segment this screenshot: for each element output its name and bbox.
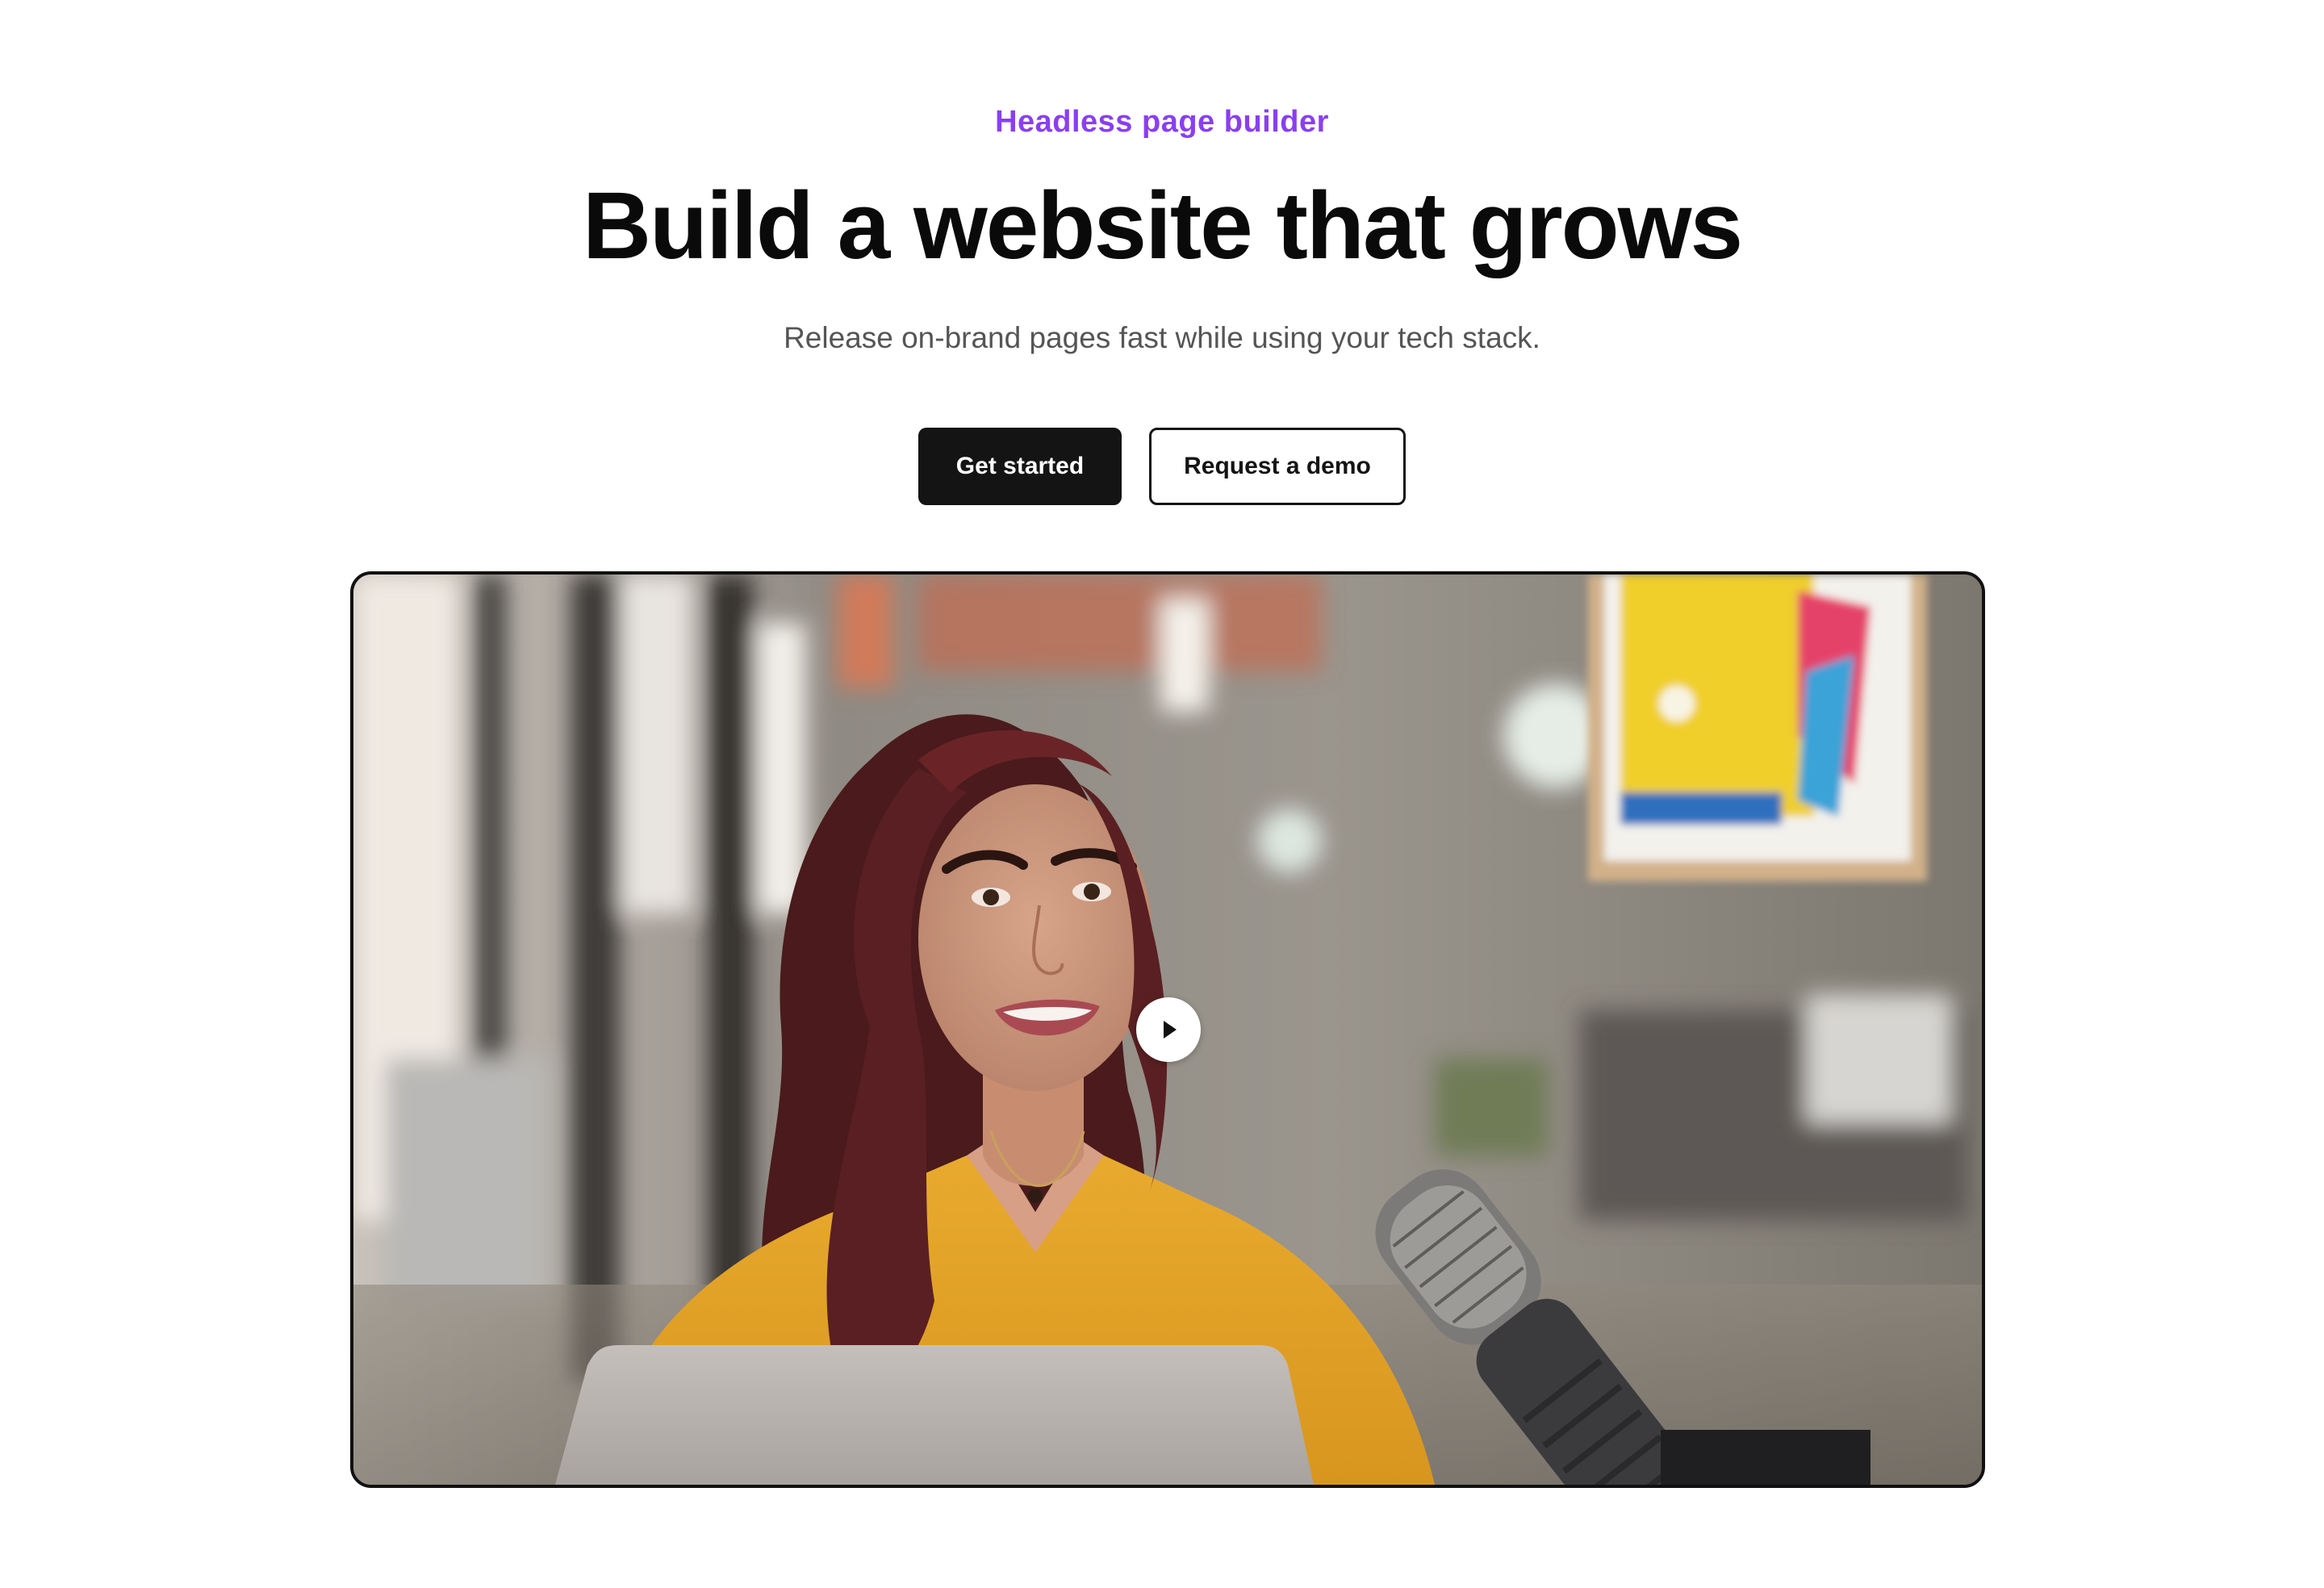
get-started-button[interactable]: Get started	[918, 428, 1122, 505]
eyebrow-label: Headless page builder	[995, 105, 1329, 139]
play-button[interactable]	[1136, 997, 1201, 1062]
page-title: Build a website that grows	[582, 173, 1743, 279]
cta-group: Get started Request a demo	[0, 428, 2324, 505]
hero-subtitle: Release on-brand pages fast while using …	[784, 321, 1540, 354]
play-icon	[1164, 1021, 1177, 1038]
request-demo-button[interactable]: Request a demo	[1149, 428, 1406, 505]
hero-section: Headless page builder Build a website th…	[0, 0, 2324, 1588]
